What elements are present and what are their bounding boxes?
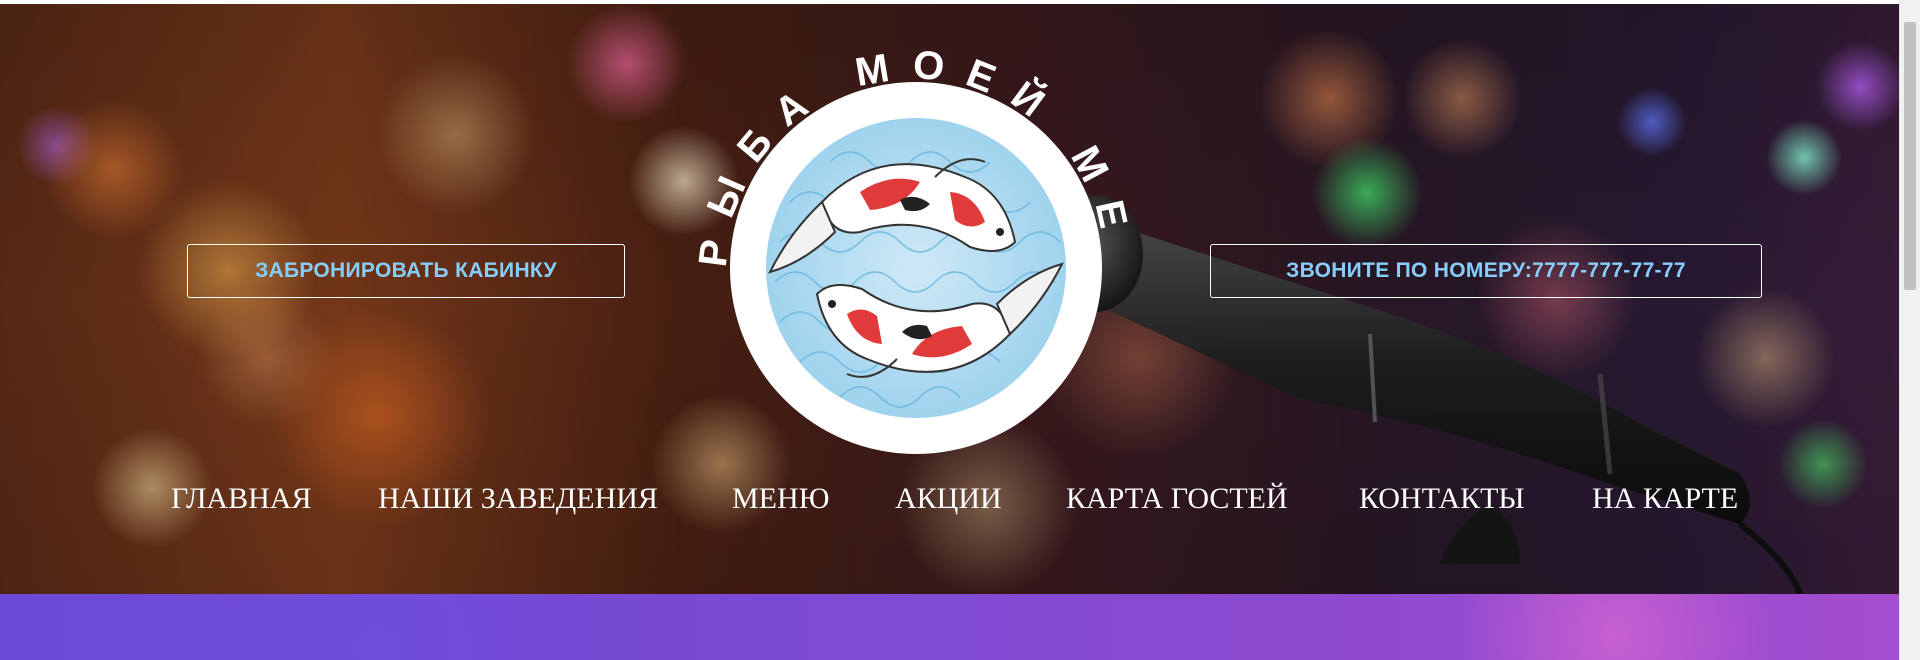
hero-section: ЗАБРОНИРОВАТЬ КАБИНКУ ЗВОНИТЕ ПО НОМЕРУ:…	[0, 4, 1899, 594]
nav-item-contacts[interactable]: КОНТАКТЫ	[1359, 482, 1525, 516]
vertical-scrollbar[interactable]	[1899, 0, 1920, 660]
book-booth-button[interactable]: ЗАБРОНИРОВАТЬ КАБИНКУ	[187, 244, 625, 298]
scrollbar-thumb[interactable]	[1904, 22, 1916, 290]
nav-item-map[interactable]: НА КАРТЕ	[1592, 482, 1738, 516]
nav-item-venues[interactable]: НАШИ ЗАВЕДЕНИЯ	[378, 482, 658, 516]
nav-item-menu[interactable]: МЕНЮ	[732, 482, 830, 516]
nav-item-guest-card[interactable]: КАРТА ГОСТЕЙ	[1066, 482, 1288, 516]
call-phone-button[interactable]: ЗВОНИТЕ ПО НОМЕРУ:7777-777-77-77	[1210, 244, 1762, 298]
svg-text:РЫБА МОЕЙ МЕЧТЫ: РЫБА МОЕЙ МЕЧТЫ	[665, 24, 1140, 269]
main-navigation: ГЛАВНАЯ НАШИ ЗАВЕДЕНИЯ МЕНЮ АКЦИИ КАРТА …	[0, 482, 1899, 526]
logo[interactable]: РЫБА МОЕЙ МЕЧТЫ	[665, 24, 1205, 484]
purple-content-band	[0, 594, 1899, 660]
logo-ring-text: РЫБА МОЕЙ МЕЧТЫ	[665, 24, 1140, 269]
nav-item-home[interactable]: ГЛАВНАЯ	[171, 482, 311, 516]
nav-item-promotions[interactable]: АКЦИИ	[895, 482, 1002, 516]
page-viewport: ЗАБРОНИРОВАТЬ КАБИНКУ ЗВОНИТЕ ПО НОМЕРУ:…	[0, 4, 1899, 660]
